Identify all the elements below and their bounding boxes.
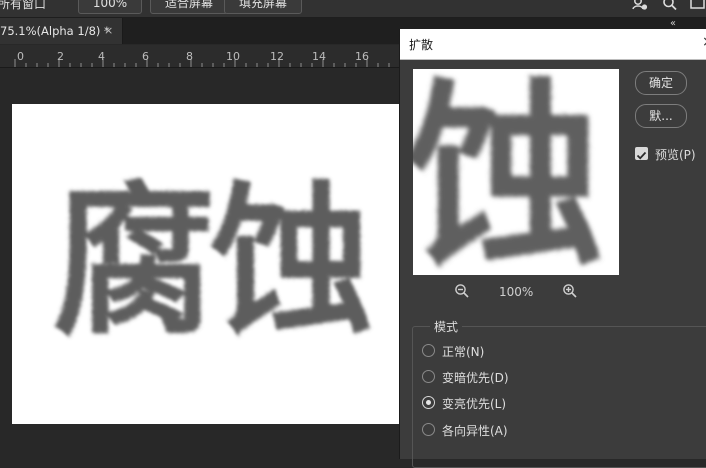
ruler-label: 4	[98, 50, 105, 63]
default-button[interactable]: 默...	[635, 104, 687, 128]
document-tab[interactable]: 75.1%(Alpha 1/8) * ×	[0, 18, 123, 44]
options-bar: 所有窗口 100% 适合屏幕 填充屏幕	[0, 0, 706, 18]
fill-screen-button[interactable]: 填充屏幕	[224, 0, 302, 14]
all-windows-option[interactable]: 所有窗口	[0, 0, 46, 12]
dialog-title-bar[interactable]: 扩散 ×	[400, 29, 706, 60]
check-icon	[636, 151, 647, 160]
mode-lighten-only-label[interactable]: 变亮优先(L)	[442, 395, 506, 412]
mode-anisotropic-label[interactable]: 各向异性(A)	[442, 422, 508, 439]
diffuse-dialog: 扩散 × 蚀 100% 确定 默	[399, 29, 706, 468]
mode-darken-only-label[interactable]: 变暗优先(D)	[442, 369, 509, 386]
zoom-in-icon[interactable]	[562, 283, 578, 302]
search-icon[interactable]	[662, 0, 678, 12]
filter-preview[interactable]: 蚀	[413, 69, 619, 275]
mode-anisotropic-radio[interactable]	[422, 423, 435, 436]
close-icon[interactable]: ×	[702, 34, 706, 50]
zoom-100-button[interactable]: 100%	[78, 0, 142, 14]
ruler-label: 16	[355, 50, 369, 63]
share-icon[interactable]	[632, 0, 648, 12]
ruler-label: 8	[186, 50, 193, 63]
document-canvas[interactable]: 腐蚀	[12, 104, 432, 424]
ruler-label: 10	[226, 50, 240, 63]
ruler-label: 14	[312, 50, 326, 63]
ok-button[interactable]: 确定	[635, 71, 687, 95]
mode-group-label: 模式	[430, 318, 463, 335]
panel-collapse-icon[interactable]: ‹‹	[670, 18, 676, 29]
ruler-label: 2	[57, 50, 64, 63]
mode-lighten-only-radio[interactable]	[422, 396, 435, 409]
ruler-label: 0	[17, 50, 24, 63]
workspace-icon[interactable]	[690, 0, 706, 12]
preview-artwork: 蚀	[413, 69, 605, 275]
preview-checkbox-label[interactable]: 预览(P)	[655, 146, 696, 163]
preview-checkbox[interactable]	[635, 147, 648, 160]
preview-text: 蚀	[413, 69, 605, 275]
canvas-artwork: 腐蚀	[52, 167, 376, 358]
mode-darken-only-radio[interactable]	[422, 370, 435, 383]
canvas-text: 腐蚀	[52, 167, 370, 358]
zoom-level: 100%	[499, 285, 534, 299]
fit-screen-button[interactable]: 适合屏幕	[150, 0, 228, 14]
mode-normal-label[interactable]: 正常(N)	[442, 343, 484, 360]
ruler-label: 6	[142, 50, 149, 63]
close-icon[interactable]: ×	[104, 24, 113, 37]
zoom-out-icon[interactable]	[454, 283, 470, 302]
ruler-label: 12	[270, 50, 284, 63]
dialog-title: 扩散	[409, 38, 434, 52]
mode-normal-radio[interactable]	[422, 344, 435, 357]
document-tab-title: 75.1%(Alpha 1/8) *	[0, 24, 110, 38]
